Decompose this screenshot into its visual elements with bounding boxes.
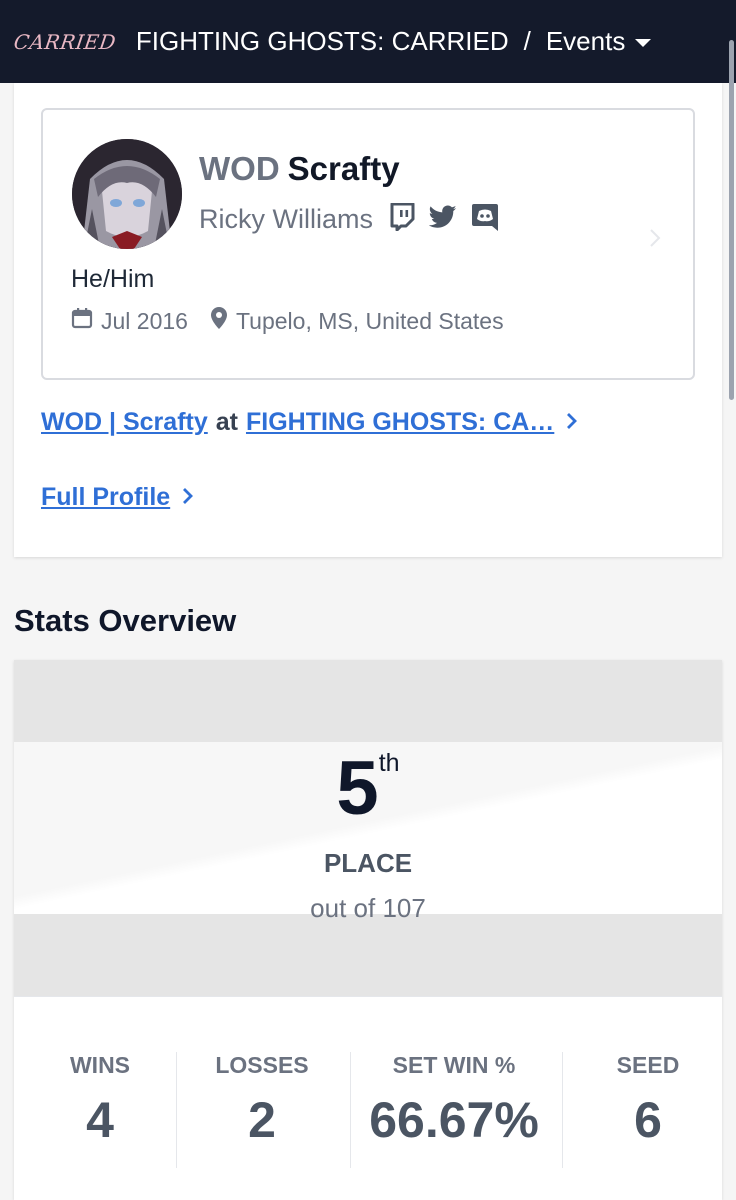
discord-icon[interactable] [471, 202, 499, 237]
stat-label: SET WIN % [392, 1052, 516, 1078]
placement-number: 5 [336, 746, 379, 831]
stat-seed: SEED 6 [588, 1052, 708, 1149]
divider [14, 996, 722, 997]
stat-label: SEED [616, 1052, 680, 1078]
placement-label: PLACE [323, 848, 413, 878]
profile-panel: WOD Scrafty Ricky Williams He/Him Jul 201… [14, 83, 722, 557]
stat-wins: WINS 4 [38, 1052, 162, 1149]
profile-meta: Jul 2016 Tupelo, MS, United States [71, 306, 504, 336]
scrollbar[interactable] [729, 40, 734, 400]
stat-divider [562, 1052, 563, 1168]
placement-banner: 5th PLACE out of 107 [14, 660, 722, 996]
event-name-link[interactable]: FIGHTING GHOSTS: CA… [246, 408, 554, 437]
stat-value: 4 [86, 1092, 114, 1148]
joined-date: Jul 2016 [101, 307, 188, 334]
breadcrumb-separator: / [523, 26, 531, 56]
events-dropdown-label: Events [545, 26, 626, 56]
real-name-row: Ricky Williams [199, 202, 513, 237]
top-nav-bar: CARRIED FIGHTING GHOSTS: CARRIED / Event… [0, 0, 736, 83]
twitter-icon[interactable] [428, 205, 457, 234]
caret-down-icon [635, 39, 652, 47]
breadcrumb-event[interactable]: FIGHTING GHOSTS: CARRIED [136, 26, 509, 57]
stat-value: 66.67% [369, 1092, 539, 1148]
stats-overview-heading: Stats Overview [14, 603, 237, 638]
stats-panel: 5th PLACE out of 107 WINS 4 LOSSES 2 SET… [14, 660, 722, 1200]
stat-value: 6 [634, 1092, 662, 1148]
stat-label: WINS [69, 1052, 131, 1078]
at-label: at [215, 408, 238, 436]
stat-set-win-percent: SET WIN % 66.67% [354, 1052, 554, 1149]
placement-suffix: th [378, 749, 400, 777]
stat-label: LOSSES [215, 1052, 309, 1078]
avatar [72, 139, 182, 249]
entrant-event-link[interactable]: WOD | Scrafty at FIGHTING GHOSTS: CA… [41, 408, 578, 437]
team-prefix: WOD [199, 150, 280, 187]
gamer-tag: Scrafty [287, 150, 400, 187]
profile-card[interactable]: WOD Scrafty Ricky Williams He/Him Jul 201… [41, 108, 695, 380]
calendar-icon [71, 307, 101, 335]
chevron-right-icon [182, 483, 194, 512]
stat-value: 2 [248, 1092, 276, 1148]
full-profile-link[interactable]: Full Profile [41, 483, 194, 512]
gamer-tag-row: WOD Scrafty [199, 150, 400, 188]
location: Tupelo, MS, United States [235, 307, 504, 334]
full-profile-label[interactable]: Full Profile [41, 483, 170, 512]
events-dropdown[interactable]: Events [546, 26, 652, 57]
placement-rank: 5th [14, 745, 722, 832]
pronouns: He/Him [71, 265, 155, 293]
real-name: Ricky Williams [199, 204, 373, 234]
stat-divider [350, 1052, 351, 1168]
stat-losses: LOSSES 2 [190, 1052, 334, 1149]
stat-divider [176, 1052, 177, 1168]
chevron-right-icon [649, 228, 661, 253]
placement-out-of: out of 107 [310, 893, 426, 923]
carried-logo[interactable]: CARRIED [12, 30, 117, 54]
entrant-name-link[interactable]: WOD | Scrafty [41, 408, 208, 437]
location-pin-icon [210, 306, 236, 336]
twitch-icon[interactable] [389, 202, 415, 236]
chevron-right-icon [566, 408, 578, 437]
